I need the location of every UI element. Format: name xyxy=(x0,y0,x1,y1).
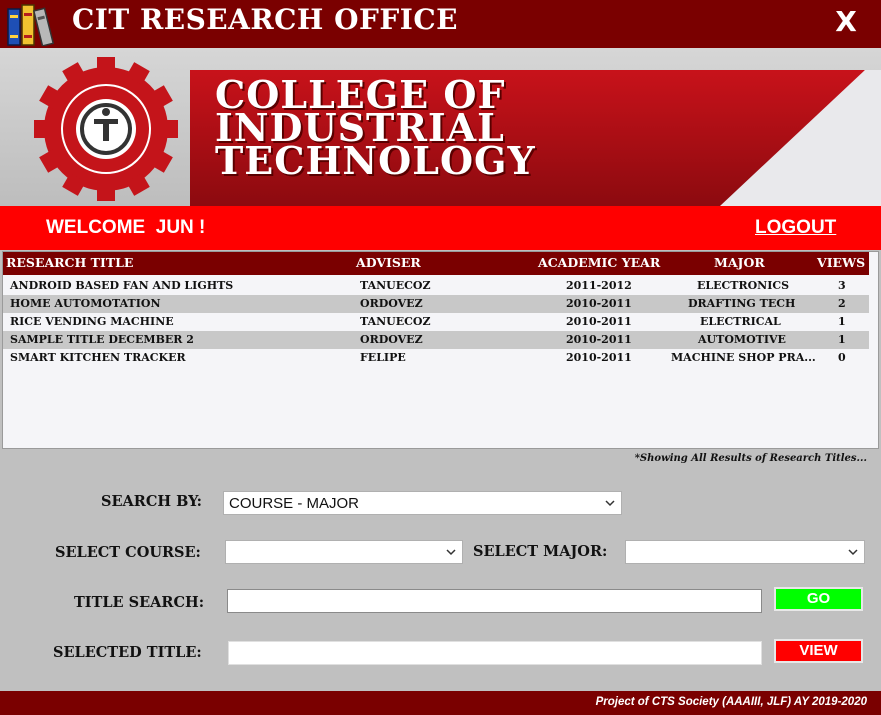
cell-adviser: TANUECOZ xyxy=(360,279,431,292)
cell-title: SMART KITCHEN TRACKER xyxy=(10,351,186,364)
research-titles-grid[interactable]: RESEARCH TITLE ADVISER ACADEMIC YEAR MAJ… xyxy=(2,251,879,449)
table-row[interactable]: RICE VENDING MACHINE TANUECOZ 2010-2011 … xyxy=(3,313,869,331)
cell-major: ELECTRICAL xyxy=(700,315,781,328)
column-header-views[interactable]: VIEWS xyxy=(817,255,865,270)
major-select[interactable] xyxy=(625,540,865,564)
cell-major: DRAFTING TECH xyxy=(688,297,796,310)
cell-views: 0 xyxy=(838,351,846,364)
selected-title-label: SELECTED TITLE: xyxy=(53,644,202,661)
search-by-select[interactable]: COURSE - MAJOR xyxy=(223,491,622,515)
chevron-down-icon xyxy=(605,500,615,507)
close-button[interactable]: X xyxy=(828,2,864,42)
table-row[interactable]: SAMPLE TITLE DECEMBER 2 ORDOVEZ 2010-201… xyxy=(3,331,869,349)
search-by-value: COURSE - MAJOR xyxy=(229,495,360,512)
logout-link[interactable]: LOGOUT xyxy=(755,217,836,239)
cell-title: SAMPLE TITLE DECEMBER 2 xyxy=(10,333,194,346)
view-button[interactable]: VIEW xyxy=(774,639,863,663)
cell-adviser: FELIPE xyxy=(360,351,406,364)
footer-credit: Project of CTS Society (AAAIII, JLF) AY … xyxy=(595,696,867,708)
cell-views: 1 xyxy=(838,333,846,346)
column-header-title[interactable]: RESEARCH TITLE xyxy=(6,255,133,270)
footer-bar: Project of CTS Society (AAAIII, JLF) AY … xyxy=(0,691,881,715)
banner-line-3: TECHNOLOGY xyxy=(215,138,536,183)
cell-views: 1 xyxy=(838,315,846,328)
cell-title: HOME AUTOMOTATION xyxy=(10,297,161,310)
cell-major: ELECTRONICS xyxy=(697,279,790,292)
cell-year: 2010-2011 xyxy=(566,297,632,310)
column-header-academic-year[interactable]: ACADEMIC YEAR xyxy=(538,255,660,270)
chevron-down-icon xyxy=(848,549,858,556)
cell-adviser: TANUECOZ xyxy=(360,315,431,328)
title-search-input[interactable] xyxy=(227,589,762,613)
welcome-bar: WELCOME JUN ! LOGOUT xyxy=(0,206,881,250)
title-search-label: TITLE SEARCH: xyxy=(74,594,205,611)
cell-year: 2010-2011 xyxy=(566,351,632,364)
title-bar: CIT RESEARCH OFFICE X xyxy=(0,0,881,48)
table-row[interactable]: SMART KITCHEN TRACKER FELIPE 2010-2011 M… xyxy=(3,349,869,367)
select-course-label: SELECT COURSE: xyxy=(55,544,201,561)
college-banner: COLLEGE OF INDUSTRIAL TECHNOLOGY xyxy=(0,48,881,206)
results-status-note: *Showing All Results of Research Titles.… xyxy=(634,453,867,464)
cell-year: 2010-2011 xyxy=(566,333,632,346)
go-button[interactable]: GO xyxy=(774,587,863,611)
cell-title: RICE VENDING MACHINE xyxy=(10,315,174,328)
table-row[interactable]: HOME AUTOMOTATION ORDOVEZ 2010-2011 DRAF… xyxy=(3,295,869,313)
cell-major: AUTOMOTIVE xyxy=(698,333,786,346)
cell-major: MACHINE SHOP PRA... xyxy=(671,351,816,364)
books-icon xyxy=(7,4,55,46)
cell-year: 2010-2011 xyxy=(566,315,632,328)
course-select[interactable] xyxy=(225,540,463,564)
cell-adviser: ORDOVEZ xyxy=(360,297,423,310)
chevron-down-icon xyxy=(446,549,456,556)
cell-views: 3 xyxy=(838,279,846,292)
app-title: CIT RESEARCH OFFICE xyxy=(72,3,458,36)
welcome-text: WELCOME JUN ! xyxy=(46,217,206,238)
select-major-label: SELECT MAJOR: xyxy=(473,543,608,560)
cell-title: ANDROID BASED FAN AND LIGHTS xyxy=(10,279,234,292)
college-seal-icon xyxy=(34,57,178,201)
cell-views: 2 xyxy=(838,297,846,310)
selected-title-field[interactable] xyxy=(228,641,762,665)
cell-adviser: ORDOVEZ xyxy=(360,333,423,346)
cell-year: 2011-2012 xyxy=(566,279,632,292)
table-row[interactable]: ANDROID BASED FAN AND LIGHTS TANUECOZ 20… xyxy=(3,277,869,295)
grid-header: RESEARCH TITLE ADVISER ACADEMIC YEAR MAJ… xyxy=(3,252,869,275)
search-by-label: SEARCH BY: xyxy=(101,493,203,510)
column-header-major[interactable]: MAJOR xyxy=(714,255,765,270)
column-header-adviser[interactable]: ADVISER xyxy=(356,255,421,270)
